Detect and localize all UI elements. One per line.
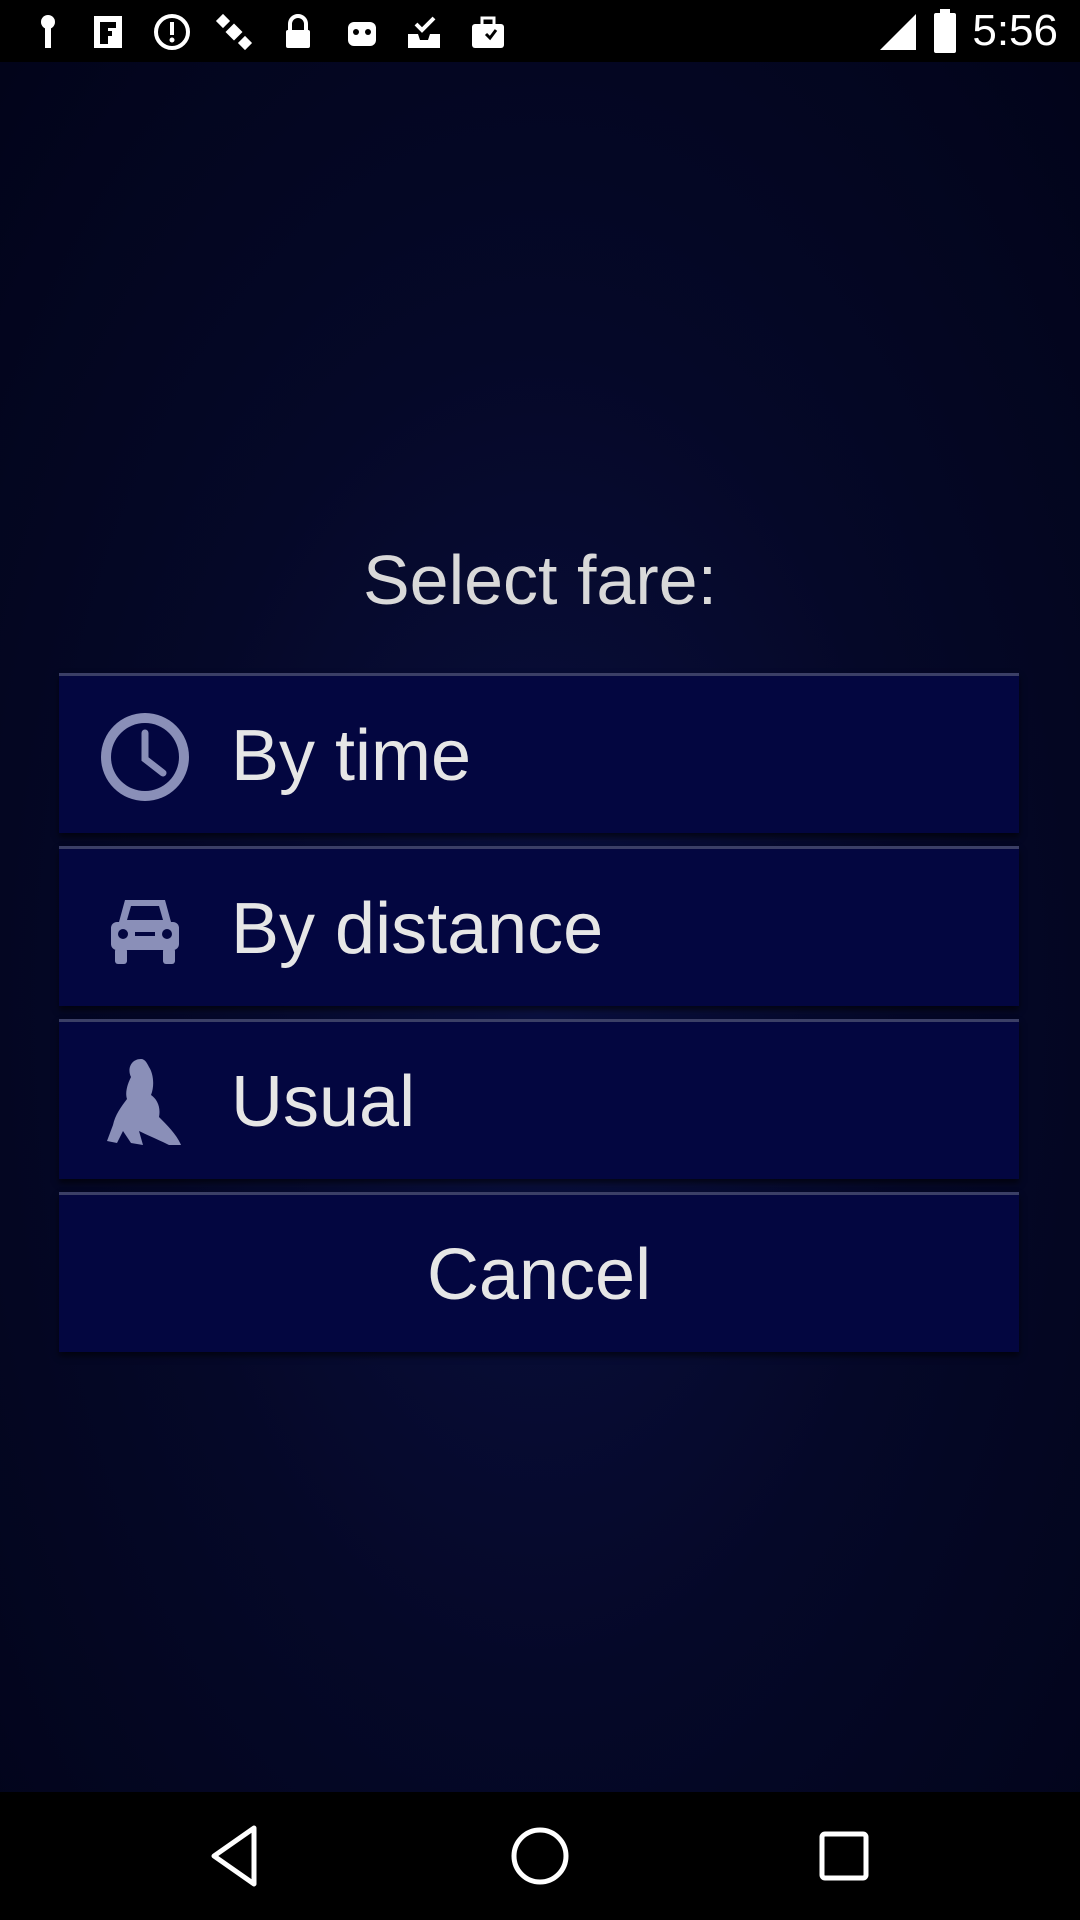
car-icon — [111, 900, 179, 964]
clock-icon — [101, 713, 189, 801]
by-distance-label: By distance — [231, 889, 604, 969]
briefcase-icon — [472, 16, 504, 48]
lock-icon — [286, 14, 310, 48]
by-time-label: By time — [231, 716, 472, 796]
woman-silhouette-icon — [107, 1059, 181, 1145]
pin-icon — [41, 15, 55, 48]
signal-icon — [880, 14, 916, 50]
alarm-icon — [154, 14, 190, 50]
fake-gps-icon — [94, 16, 122, 48]
recents-icon[interactable] — [808, 1820, 880, 1892]
navigation-bar — [0, 1792, 1080, 1920]
cancel-button[interactable]: Cancel — [59, 1192, 1019, 1352]
usual-label: Usual — [231, 1062, 416, 1142]
satellite-icon — [215, 13, 253, 51]
home-icon[interactable] — [504, 1820, 576, 1892]
inbox-check-icon — [408, 16, 440, 48]
status-time: 5:56 — [972, 6, 1058, 55]
dialog-title: Select fare: — [362, 541, 718, 619]
back-icon[interactable] — [200, 1820, 272, 1892]
by-time-option[interactable]: By time — [59, 673, 1019, 833]
status-bar: 5:56 — [0, 0, 1080, 62]
android-icon — [348, 22, 376, 46]
usual-option[interactable]: Usual — [59, 1019, 1019, 1179]
cancel-label: Cancel — [426, 1235, 652, 1315]
fare-selection-screen: Select fare: By time By distance Usual C… — [0, 62, 1080, 1792]
battery-icon — [934, 9, 956, 53]
by-distance-option[interactable]: By distance — [59, 846, 1019, 1006]
